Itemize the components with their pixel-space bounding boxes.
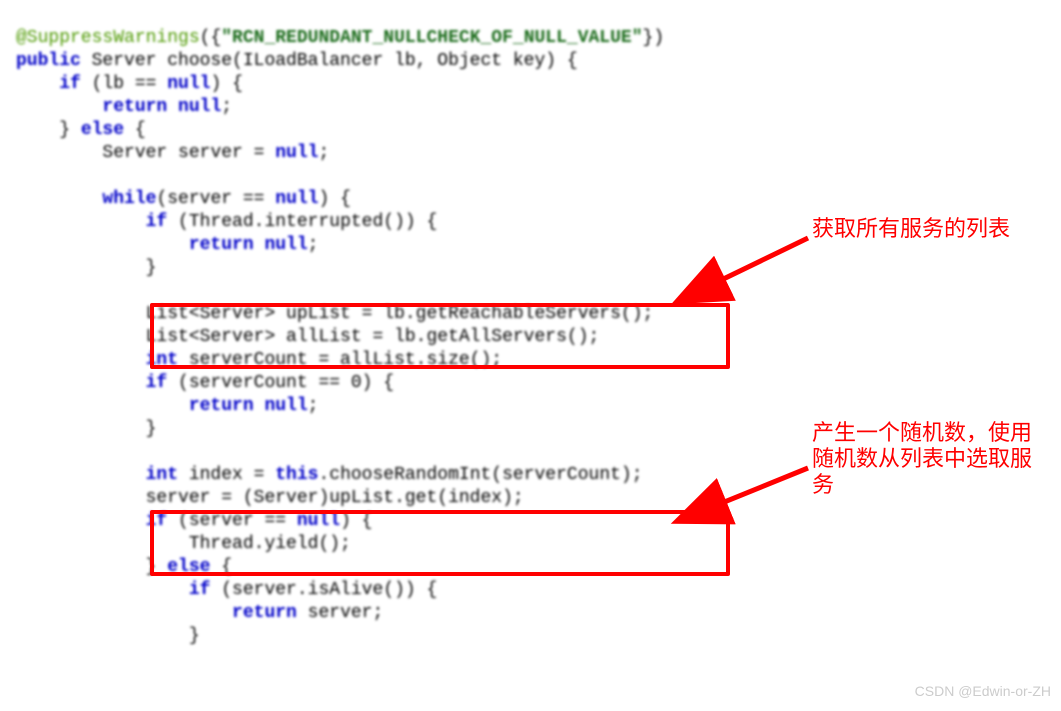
kw-return: return <box>102 97 167 117</box>
kw-this: this <box>275 465 318 485</box>
highlight-box-1 <box>150 303 730 369</box>
kw-while: while <box>102 189 156 209</box>
annotation-2: 产生一个随机数，使用 随机数从列表中选取服 务 <box>812 420 1032 498</box>
box2-line2: server = (Server)upList.get(index); <box>146 488 524 508</box>
string-literal: "RCN_REDUNDANT_NULLCHECK_OF_NULL_VALUE" <box>221 28 642 48</box>
kw-if: if <box>59 74 81 94</box>
watermark: CSDN @Edwin-or-ZH <box>915 680 1051 703</box>
annotation: @SuppressWarnings <box>16 28 200 48</box>
annotation-1: 获取所有服务的列表 <box>812 216 1010 242</box>
highlight-box-2 <box>150 510 730 576</box>
kw-public: public <box>16 51 81 71</box>
